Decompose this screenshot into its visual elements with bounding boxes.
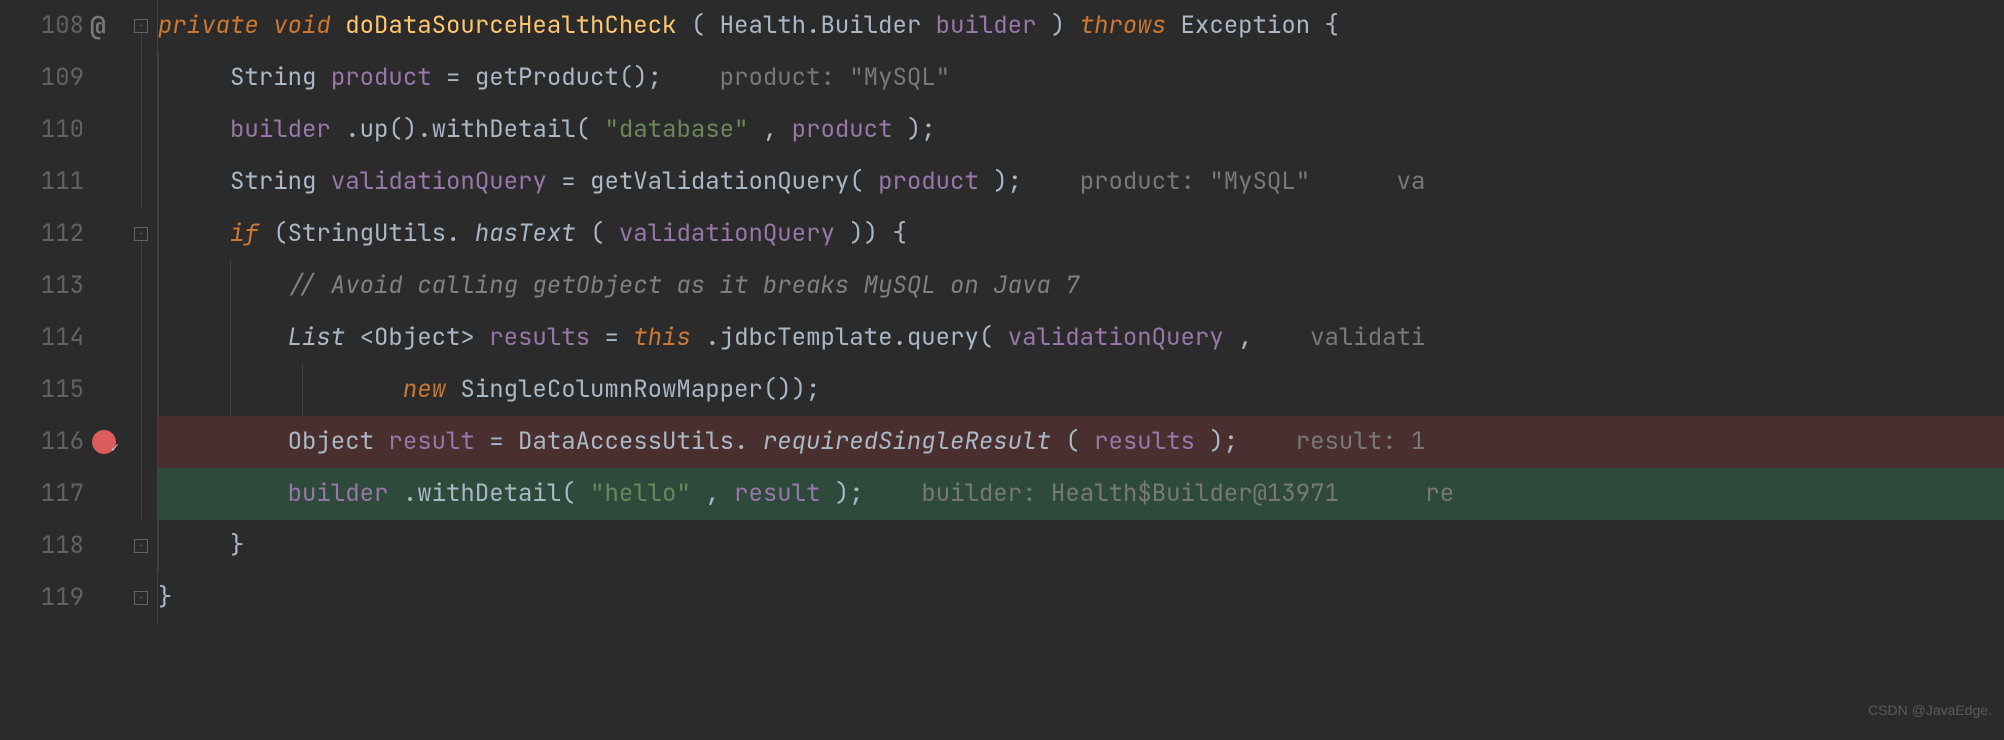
code-line[interactable]: List <Object> results = this .jdbcTempla… [158,312,2004,364]
breakpoint-icon[interactable] [92,430,116,454]
line-number: 117 [0,468,84,520]
code-line[interactable]: String validationQuery = getValidationQu… [158,156,2004,208]
line-number: 109 [0,52,84,104]
inline-hint: product: [1080,166,1210,197]
line-number: 108 [0,0,84,52]
code-line[interactable]: if (StringUtils. hasText ( validationQue… [158,208,2004,260]
inline-hint-value: "MySQL" [849,62,950,93]
inline-hint-value: "MySQL" [1209,166,1310,197]
code-line[interactable]: new SingleColumnRowMapper()); [158,364,2004,416]
line-number: 114 [0,312,84,364]
fold-handle-icon[interactable]: − [134,227,148,241]
fold-handle-icon[interactable]: − [134,591,148,605]
line-number: 110 [0,104,84,156]
fold-column[interactable]: − − − − [128,0,158,624]
inline-hint-value: 1 [1411,426,1425,457]
inline-hint: re [1425,478,1454,509]
code-content[interactable]: private void doDataSourceHealthCheck ( H… [158,0,2004,624]
code-line[interactable]: String product = getProduct(); product: … [158,52,2004,104]
code-line[interactable]: } [158,572,2004,624]
code-editor[interactable]: 108 109 110 111 112 113 114 115 116 117 … [0,0,2004,624]
gutter-icons-column[interactable]: @ [90,0,128,624]
line-number: 116 [0,416,84,468]
code-line-execution[interactable]: builder .withDetail( "hello" , result );… [158,468,2004,520]
line-number: 113 [0,260,84,312]
inline-hint: result: [1296,426,1411,457]
fold-handle-icon[interactable]: − [134,539,148,553]
override-icon[interactable]: @ [90,0,106,52]
inline-hint: va [1397,166,1426,197]
inline-hint-value: Health$Builder@13971 [1051,478,1339,509]
line-number: 111 [0,156,84,208]
line-number: 115 [0,364,84,416]
code-line[interactable]: private void doDataSourceHealthCheck ( H… [158,0,2004,52]
line-number: 118 [0,520,84,572]
inline-hint: builder: [921,478,1051,509]
watermark-text: CSDN @JavaEdge. [1868,684,1992,736]
code-line[interactable]: } [158,520,2004,572]
line-number: 112 [0,208,84,260]
inline-hint: product: [720,62,850,93]
code-line[interactable]: builder .up().withDetail( "database" , p… [158,104,2004,156]
fold-handle-icon[interactable]: − [134,19,148,33]
code-line[interactable]: // Avoid calling getObject as it breaks … [158,260,2004,312]
code-line-breakpoint[interactable]: Object result = DataAccessUtils. require… [158,416,2004,468]
line-number-gutter: 108 109 110 111 112 113 114 115 116 117 … [0,0,90,624]
inline-hint: validati [1310,322,1425,353]
line-number: 119 [0,572,84,624]
